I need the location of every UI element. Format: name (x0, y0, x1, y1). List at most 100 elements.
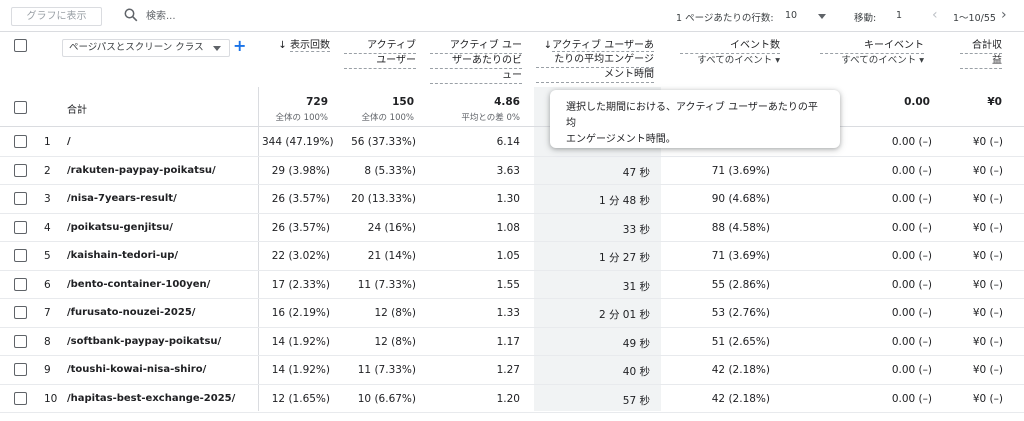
search-input[interactable] (146, 8, 366, 24)
row-checkbox[interactable] (14, 192, 27, 205)
dimension-dropdown-icon (213, 46, 221, 51)
events-filter-dropdown[interactable]: すべてのイベント ▾ (680, 54, 780, 68)
row-checkbox[interactable] (14, 163, 27, 177)
table-row: 2 /rakuten-paypay-poikatsu/ 29 (3.98%) 8… (0, 157, 1024, 185)
cell-revenue: ¥0 (–) (972, 136, 1003, 148)
page-path-link[interactable]: /toushi-kowai-nisa-shiro/ (67, 364, 206, 375)
col-events-label: イベント数 (680, 39, 780, 54)
page-path-link[interactable]: /rakuten-paypay-poikatsu/ (67, 165, 216, 176)
goto-label: 移動: (854, 13, 877, 24)
row-checkbox[interactable] (14, 391, 27, 405)
cell-key-events: 0.00 (–) (891, 221, 932, 234)
row-index: 10 (44, 392, 58, 405)
row-index: 4 (44, 221, 51, 234)
cell-events: 71 (3.69%) (711, 164, 770, 177)
cell-events: 71 (3.69%) (711, 250, 770, 262)
row-index: 1 (44, 136, 51, 148)
cell-views: 22 (3.02%) (271, 250, 330, 262)
search-icon (124, 8, 138, 22)
rows-per-page-label: 1 ページあたりの行数: (676, 13, 774, 24)
row-checkbox[interactable] (14, 334, 27, 348)
page-path-link[interactable]: / (67, 136, 71, 147)
table-row: 4 /poikatsu-genjitsu/ 26 (3.57%) 24 (16%… (0, 214, 1024, 242)
key-events-filter-dropdown[interactable]: すべてのイベント ▾ (820, 54, 924, 68)
rows-per-page-dropdown-icon[interactable] (818, 14, 826, 19)
cell-events: 42 (2.18%) (711, 364, 770, 376)
cell-events: 42 (2.18%) (711, 392, 770, 405)
cell-events: 53 (2.76%) (711, 307, 770, 319)
table-row: 8 /softbank-paypay-poikatsu/ 14 (1.92%) … (0, 328, 1024, 356)
cell-revenue: ¥0 (–) (972, 335, 1003, 348)
cell-events: 55 (2.86%) (711, 278, 770, 291)
page-path-link[interactable]: /softbank-paypay-poikatsu/ (67, 336, 221, 347)
col-header-views[interactable]: ↓ 表示回数 (270, 39, 330, 53)
cell-views: 29 (3.98%) (271, 164, 330, 177)
goto-page-input[interactable]: 1 (896, 10, 902, 21)
table-row: 7 /furusato-nouzei-2025/ 16 (2.19%) 12 (… (0, 299, 1024, 328)
cell-revenue: ¥0 (–) (972, 193, 1003, 205)
col-views-label: 表示回数 (290, 40, 330, 52)
dimension-select[interactable]: ページパスとスクリーン クラス (62, 39, 230, 57)
row-checkbox[interactable] (14, 277, 27, 291)
add-dimension-button[interactable]: + (233, 37, 246, 55)
select-all-checkbox[interactable] (14, 39, 27, 52)
cell-engagement-time: 1 分 48 秒 (598, 195, 650, 207)
col-active-users-label-2: ユーザー (344, 54, 416, 69)
col-revenue-label-2: 益 (960, 54, 1002, 69)
row-checkbox[interactable] (14, 363, 27, 376)
col-header-engagement-time[interactable]: ↓アクティブ ユーザーあ たりの平均エンゲージ メント時間 (536, 39, 654, 83)
row-checkbox[interactable] (14, 135, 27, 148)
col-header-active-users[interactable]: アクティブ ユーザー (344, 39, 416, 69)
col-header-key-events[interactable]: キーイベント すべてのイベント ▾ (820, 39, 924, 68)
totals-checkbox[interactable] (14, 101, 27, 114)
prev-page-icon[interactable]: ‹ (932, 8, 938, 22)
page-path-link[interactable]: /furusato-nouzei-2025/ (67, 307, 195, 318)
col-eng-label-1: アクティブ ユーザーあ (552, 40, 654, 52)
row-index: 6 (44, 278, 51, 291)
totals-active-users-sub: 全体の 100% (361, 113, 414, 123)
col-header-views-per-user[interactable]: アクティブ ユー ザーあたりのビ ュー (430, 39, 522, 84)
tooltip-line-2: エンゲージメント時間。 (566, 134, 676, 145)
row-index: 3 (44, 193, 51, 205)
cell-views-per-user: 1.17 (496, 335, 520, 348)
sort-arrow-icon: ↓ (543, 40, 553, 51)
col-active-users-label-1: アクティブ (344, 39, 416, 54)
cell-key-events: 0.00 (–) (891, 193, 932, 205)
cell-key-events: 0.00 (–) (891, 136, 932, 148)
next-page-icon[interactable]: › (1001, 8, 1007, 22)
cell-active-users: 24 (16%) (367, 221, 416, 234)
cell-key-events: 0.00 (–) (891, 364, 932, 376)
cell-active-users: 20 (13.33%) (351, 193, 416, 205)
show-in-chart-button[interactable]: グラフに表示 (11, 7, 102, 26)
cell-events: 90 (4.68%) (711, 193, 770, 205)
page-path-link[interactable]: /hapitas-best-exchange-2025/ (67, 393, 235, 404)
cell-engagement-time: 57 秒 (622, 394, 650, 407)
cell-views: 12 (1.65%) (271, 392, 330, 405)
row-checkbox[interactable] (14, 220, 27, 234)
row-checkbox[interactable] (14, 249, 27, 262)
column-tooltip: 選択した期間における、アクティブ ユーザーあたりの平均 エンゲージメント時間。 (550, 90, 840, 148)
page-path-link[interactable]: /poikatsu-genjitsu/ (67, 222, 173, 233)
page-range-text: 1〜10/55 (953, 13, 996, 24)
page-path-link[interactable]: /nisa-7years-result/ (67, 193, 177, 204)
table-header: ページパスとスクリーン クラス + ↓ 表示回数 アクティブ ユーザー アクティ… (0, 32, 1024, 87)
page-path-link[interactable]: /kaishain-tedori-up/ (67, 250, 178, 261)
tooltip-line-1: 選択した期間における、アクティブ ユーザーあたりの平均 (566, 102, 818, 129)
row-checkbox[interactable] (14, 306, 27, 319)
cell-key-events: 0.00 (–) (891, 250, 932, 262)
totals-views-sub: 全体の 100% (275, 113, 328, 123)
totals-views: 729 (306, 96, 328, 108)
cell-views: 14 (1.92%) (271, 364, 330, 376)
cell-revenue: ¥0 (–) (972, 250, 1003, 262)
dimension-select-label: ページパスとスクリーン クラス (69, 42, 204, 53)
page-path-link[interactable]: /bento-container-100yen/ (67, 279, 210, 290)
cell-active-users: 8 (5.33%) (364, 164, 416, 177)
col-vpu-label-3: ュー (430, 69, 522, 84)
row-index: 2 (44, 164, 51, 177)
table-row: 3 /nisa-7years-result/ 26 (3.57%) 20 (13… (0, 185, 1024, 214)
cell-engagement-time: 49 秒 (622, 337, 650, 350)
table-toolbar: グラフに表示 1 ページあたりの行数: 10 移動: 1 ‹ 1〜10/55 › (0, 0, 1024, 32)
rows-per-page-value[interactable]: 10 (785, 10, 797, 21)
col-header-events[interactable]: イベント数 すべてのイベント ▾ (680, 39, 780, 68)
col-header-revenue[interactable]: 合計収 益 (960, 39, 1002, 69)
